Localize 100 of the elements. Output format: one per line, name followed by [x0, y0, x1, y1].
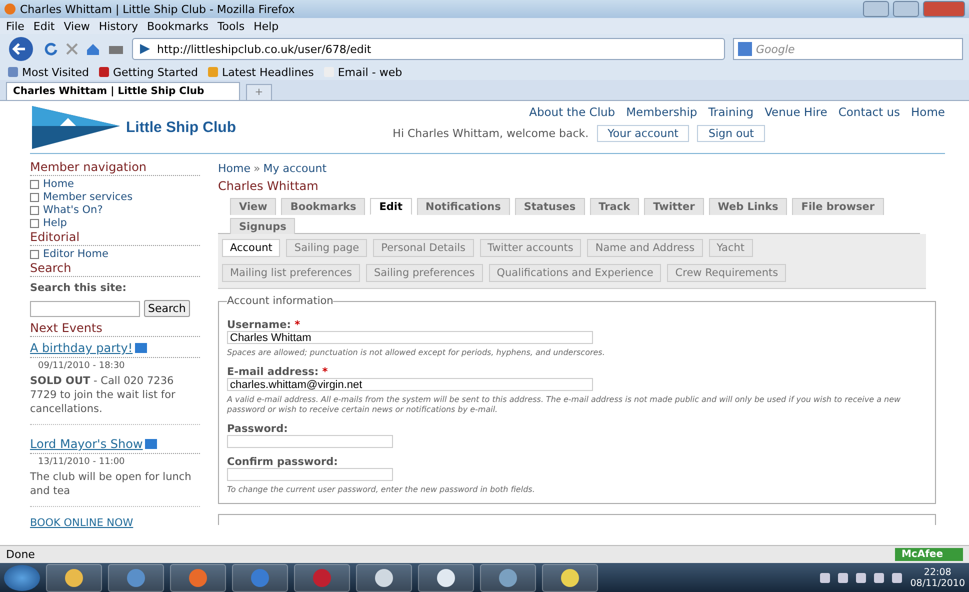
tab[interactable]: View	[230, 198, 276, 215]
start-button[interactable]	[4, 564, 40, 590]
new-tab-button[interactable]: +	[246, 84, 272, 100]
greeting-text: Hi Charles Whittam, welcome back.	[392, 127, 589, 140]
subtab[interactable]: Sailing preferences	[366, 264, 483, 282]
field-label: Username: *	[227, 319, 302, 331]
app-icon	[436, 568, 456, 588]
subtab[interactable]: Yacht	[708, 239, 753, 257]
sidebar-heading: Editorial	[30, 230, 200, 246]
browser-tab[interactable]: Charles Whittam | Little Ship Club	[6, 82, 240, 100]
top-link[interactable]: About the Club	[529, 105, 616, 119]
event-date: 13/11/2010 - 11:00	[37, 456, 126, 469]
sidebar-item[interactable]: What's On?	[30, 204, 200, 217]
menu-item[interactable]: Tools	[217, 20, 245, 32]
bookmark[interactable]: Getting Started	[98, 66, 198, 78]
taskbar-app[interactable]	[542, 564, 598, 592]
tab[interactable]: Twitter	[644, 198, 704, 215]
field-label: E-mail address: *	[227, 366, 329, 378]
breadcrumb-link[interactable]: Home	[218, 162, 250, 175]
reload-icon[interactable]	[44, 42, 58, 56]
maximize-button[interactable]	[893, 1, 919, 17]
home-icon[interactable]	[86, 42, 100, 56]
sidebar-item[interactable]: Member services	[30, 191, 200, 204]
help-text: To change the current user password, enter the new password in both fields.	[227, 485, 536, 495]
page-title: Charles Whittam	[218, 179, 320, 193]
tab[interactable]: Edit	[370, 198, 412, 215]
top-link[interactable]: Home	[911, 105, 945, 119]
event-link[interactable]: Lord Mayor's Show	[30, 435, 200, 454]
search-label: Search this site:	[30, 282, 128, 294]
menu-item[interactable]: View	[64, 20, 90, 32]
site-icon	[139, 43, 151, 55]
minimize-button[interactable]	[863, 1, 889, 17]
tab[interactable]: Statuses	[514, 198, 585, 215]
menu-item[interactable]: Help	[254, 20, 279, 32]
app-icon	[374, 568, 394, 588]
subtab[interactable]: Mailing list preferences	[222, 264, 360, 282]
address-bar[interactable]: http://littleshipclub.co.uk/user/678/edit	[132, 38, 725, 60]
subtab[interactable]: Crew Requirements	[667, 264, 786, 282]
event-description: The club will be open for lunch and tea	[30, 470, 200, 507]
bookmark[interactable]: Latest Headlines	[208, 66, 314, 78]
security-badge: McAfee	[895, 548, 963, 561]
help-text: Spaces are allowed; punctuation is not allowed except for periods, hyphens, and underscores.	[227, 348, 606, 358]
input-field[interactable]: Charles Whittam	[227, 331, 593, 344]
breadcrumb-separator: »	[253, 162, 260, 175]
event-link[interactable]: A birthday party!	[30, 339, 200, 358]
flag-logo-icon	[30, 104, 120, 150]
tab[interactable]: Track	[590, 198, 640, 215]
clock: 22:08 08/11/2010	[910, 566, 965, 588]
subtab[interactable]: Personal Details	[373, 239, 474, 257]
breadcrumb-link[interactable]: My account	[263, 162, 327, 175]
input-field[interactable]	[227, 468, 393, 481]
taskbar-app[interactable]	[480, 564, 536, 592]
sidebar-item[interactable]: Editor Home	[30, 248, 200, 261]
subtab[interactable]: Qualifications and Experience	[488, 264, 662, 282]
input-field[interactable]: charles.whittam@virgin.net	[227, 378, 593, 391]
field-label: Confirm password:	[227, 456, 339, 468]
menu-item[interactable]: File	[6, 20, 24, 32]
bookmark[interactable]: Most Visited	[8, 66, 89, 78]
input-field[interactable]	[227, 435, 393, 448]
subtab[interactable]: Twitter accounts	[480, 239, 582, 257]
menu-item[interactable]: Bookmarks	[146, 20, 208, 32]
stop-icon[interactable]	[66, 43, 78, 55]
sidebar-item[interactable]: Home	[30, 178, 200, 191]
app-icon	[250, 568, 270, 588]
top-link[interactable]: Training	[708, 105, 754, 119]
subtab[interactable]: Name and Address	[587, 239, 703, 257]
top-link[interactable]: Membership	[626, 105, 698, 119]
sidebar-item[interactable]: Help	[30, 217, 200, 230]
tab[interactable]: Signups	[230, 218, 296, 234]
taskbar-app[interactable]	[356, 564, 412, 592]
top-link[interactable]: Contact us	[838, 105, 900, 119]
subtab[interactable]: Account	[222, 239, 280, 257]
account-link[interactable]: Sign out	[697, 125, 765, 142]
menu-item[interactable]: Edit	[33, 20, 55, 32]
search-input[interactable]	[30, 300, 140, 316]
event-description: SOLD OUT - Call 020 7236 7729 to join the wait list for cancellations.	[30, 374, 200, 425]
account-link[interactable]: Your account	[596, 125, 690, 142]
tab[interactable]: Web Links	[708, 198, 788, 215]
tab[interactable]: File browser	[792, 198, 884, 215]
tab[interactable]: Bookmarks	[281, 198, 366, 215]
search-field[interactable]: Google	[733, 38, 963, 60]
tab[interactable]: Notifications	[416, 198, 510, 215]
play-icon	[144, 439, 157, 449]
top-link[interactable]: Venue Hire	[764, 105, 828, 119]
taskbar-app[interactable]	[418, 564, 474, 592]
app-icon	[560, 568, 580, 588]
app-icon	[498, 568, 518, 588]
taskbar-app[interactable]	[46, 564, 102, 592]
help-text: A valid e-mail address. All e-mails from the system will be sent to this address. The e-mail address is not made public and will only be used if you wish to receive a new password or wish to receive certain news or notifications by e-mail.	[227, 395, 902, 415]
app-icon	[64, 568, 84, 588]
back-button[interactable]	[6, 36, 36, 62]
search-button[interactable]: Search	[144, 300, 190, 317]
menu-item[interactable]: History	[98, 20, 138, 32]
status-text: Done	[6, 548, 35, 561]
subtab[interactable]: Sailing page	[286, 239, 368, 257]
sidebar-heading: Member navigation	[30, 160, 200, 176]
bookmark[interactable]: Email - web	[324, 66, 402, 78]
play-icon	[134, 343, 147, 353]
event-date: 09/11/2010 - 18:30	[37, 360, 126, 373]
book-online-link[interactable]: BOOK ONLINE NOW	[30, 517, 200, 529]
